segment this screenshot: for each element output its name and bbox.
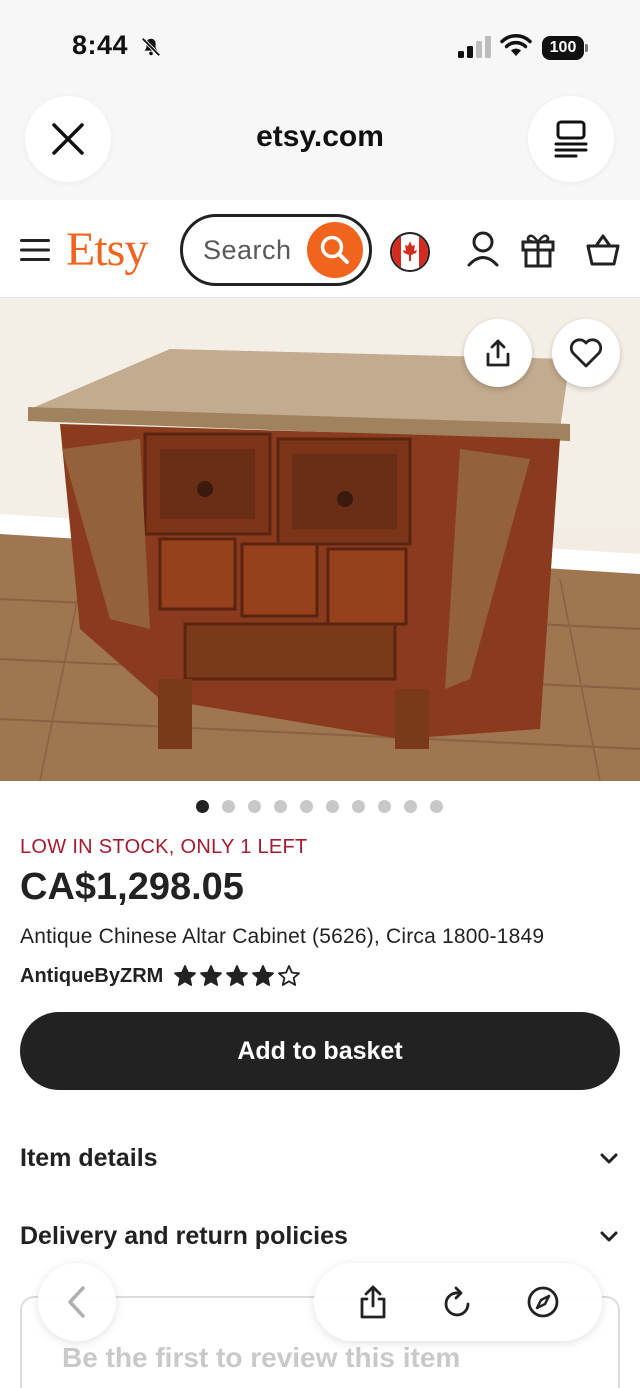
chevron-down-icon xyxy=(600,1153,618,1164)
gift-icon[interactable] xyxy=(521,230,555,268)
item-details-label: Item details xyxy=(20,1143,158,1172)
chevron-down-icon xyxy=(600,1231,618,1242)
star-filled-icon xyxy=(174,965,197,986)
heart-icon xyxy=(569,338,603,368)
cabinet-photo xyxy=(0,299,640,781)
share-icon xyxy=(486,339,510,367)
canada-flag-icon xyxy=(392,234,428,270)
reader-mode-button[interactable] xyxy=(528,96,614,182)
carousel-dot[interactable] xyxy=(352,800,365,813)
account-icon[interactable] xyxy=(466,230,500,268)
star-empty-icon xyxy=(278,965,301,986)
star-filled-icon xyxy=(226,965,249,986)
rating-stars[interactable] xyxy=(173,964,301,988)
battery-tip xyxy=(585,44,588,52)
star-filled-icon xyxy=(200,965,223,986)
carousel-dot[interactable] xyxy=(196,800,209,813)
review-empty-text: Be the first to review this item xyxy=(62,1342,461,1373)
wifi-icon xyxy=(500,34,532,56)
etsy-logo[interactable]: Etsy xyxy=(66,222,148,277)
reload-icon xyxy=(444,1286,470,1317)
browser-back-button[interactable] xyxy=(38,1263,116,1341)
battery-indicator: 100 xyxy=(542,36,588,60)
product-price: CA$1,298.05 xyxy=(20,866,244,908)
carousel-dot[interactable] xyxy=(248,800,261,813)
compass-icon xyxy=(527,1286,559,1318)
search-input[interactable] xyxy=(203,235,303,266)
carousel-dot[interactable] xyxy=(430,800,443,813)
carousel-dot[interactable] xyxy=(222,800,235,813)
item-details-row[interactable]: Item details xyxy=(20,1138,620,1178)
reader-mode-icon xyxy=(554,120,588,158)
search-icon xyxy=(320,235,349,264)
cart-icon[interactable] xyxy=(586,230,620,268)
product-title: Antique Chinese Altar Cabinet (5626), Ci… xyxy=(20,925,545,948)
share-button[interactable] xyxy=(464,319,532,387)
compass-button[interactable] xyxy=(525,1284,561,1320)
search-button[interactable] xyxy=(307,222,363,278)
share-icon xyxy=(360,1285,386,1319)
carousel-dot[interactable] xyxy=(274,800,287,813)
star-filled-icon xyxy=(252,965,275,986)
carousel-dot[interactable] xyxy=(326,800,339,813)
stock-notice: LOW IN STOCK, ONLY 1 LEFT xyxy=(20,836,308,858)
status-bar: 8:44 100 xyxy=(0,0,640,90)
carousel-dot[interactable] xyxy=(404,800,417,813)
bell-slash-icon xyxy=(141,37,161,57)
search-bar[interactable] xyxy=(180,214,372,286)
status-time: 8:44 xyxy=(72,30,129,60)
product-image[interactable] xyxy=(0,299,640,781)
cellular-signal-icon xyxy=(458,36,491,58)
browser-bar: etsy.com xyxy=(0,90,640,200)
shop-row: AntiqueByZRM xyxy=(20,964,301,988)
battery-level: 100 xyxy=(542,36,584,60)
delivery-returns-row[interactable]: Delivery and return policies xyxy=(20,1216,620,1256)
carousel-dot[interactable] xyxy=(300,800,313,813)
site-header: Etsy xyxy=(0,200,640,298)
browser-toolbar xyxy=(314,1263,602,1341)
add-to-basket-button[interactable]: Add to basket xyxy=(20,1012,620,1090)
carousel-dot[interactable] xyxy=(378,800,391,813)
image-carousel-dots xyxy=(196,800,443,814)
favorite-button[interactable] xyxy=(552,319,620,387)
chevron-left-icon xyxy=(68,1286,85,1318)
shop-name-link[interactable]: AntiqueByZRM xyxy=(20,965,163,988)
menu-icon[interactable] xyxy=(20,238,50,262)
reload-button[interactable] xyxy=(440,1284,476,1320)
browser-share-button[interactable] xyxy=(355,1284,391,1320)
delivery-returns-label: Delivery and return policies xyxy=(20,1221,348,1250)
region-flag-button[interactable] xyxy=(390,232,430,272)
